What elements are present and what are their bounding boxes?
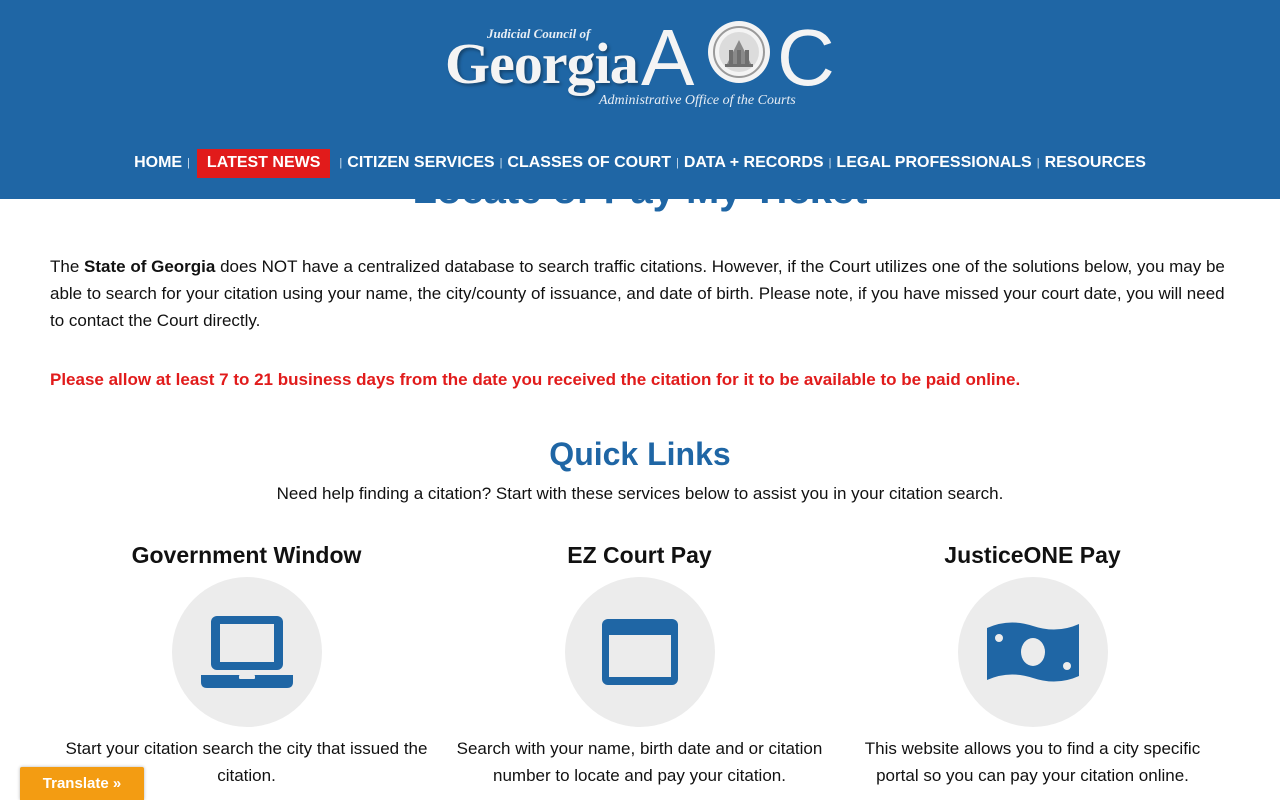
main-nav: HOME | LATEST NEWS | CITIZEN SERVICES | … [0, 148, 1280, 178]
intro-before: The [50, 257, 85, 276]
card-icon-circle[interactable] [957, 577, 1108, 727]
browser-window-icon [601, 619, 678, 685]
card-icon-circle[interactable] [171, 577, 322, 727]
georgia-seal-icon [708, 21, 770, 83]
quick-links-title: Quick Links [549, 436, 731, 472]
card-government-window: Government Window Start your citation se… [50, 540, 443, 789]
nav-latest-news[interactable]: LATEST NEWS [196, 148, 331, 178]
intro-paragraph: The State of Georgia does NOT have a cen… [50, 253, 1235, 334]
nav-classes-of-court[interactable]: CLASSES OF COURT [503, 148, 675, 178]
card-ez-court-pay: EZ Court Pay Search with your name, birt… [443, 540, 836, 789]
laptop-icon [200, 616, 293, 688]
card-description: This website allows you to find a city s… [864, 739, 1201, 785]
intro-after: does NOT have a centralized database to … [50, 257, 1225, 330]
nav-citizen-services[interactable]: CITIZEN SERVICES [343, 148, 498, 178]
logo-state: Georgia [445, 31, 639, 96]
logo-letter-a: A [641, 13, 695, 102]
nav-home[interactable]: HOME [130, 148, 186, 178]
card-title[interactable]: Government Window [50, 540, 443, 570]
card-icon-circle[interactable] [564, 577, 715, 727]
nav-legal-professionals[interactable]: LEGAL PROFESSIONALS [832, 148, 1035, 178]
nav-resources[interactable]: RESOURCES [1041, 148, 1150, 178]
quick-links-subtitle: Need help finding a citation? Start with… [276, 484, 1004, 503]
site-logo[interactable]: Judicial Council of Georgia A C Administ… [445, 13, 840, 118]
logo-letter-c: C [777, 13, 835, 102]
money-bill-icon [986, 622, 1079, 682]
card-justiceone-pay: JusticeONE Pay This website allows you t… [836, 540, 1229, 789]
card-description: Search with your name, birth date and or… [456, 739, 823, 785]
site-header: Judicial Council of Georgia A C Administ… [0, 0, 1280, 199]
processing-warning: Please allow at least 7 to 21 business d… [50, 370, 1021, 389]
nav-data-records[interactable]: DATA + RECORDS [680, 148, 828, 178]
logo-subtitle: Administrative Office of the Courts [599, 93, 796, 108]
intro-bold: State of Georgia [84, 257, 216, 276]
card-title[interactable]: JusticeONE Pay [836, 540, 1229, 570]
card-title[interactable]: EZ Court Pay [443, 540, 836, 570]
translate-button[interactable]: Translate » [20, 767, 144, 800]
nav-separator: | [187, 157, 190, 169]
